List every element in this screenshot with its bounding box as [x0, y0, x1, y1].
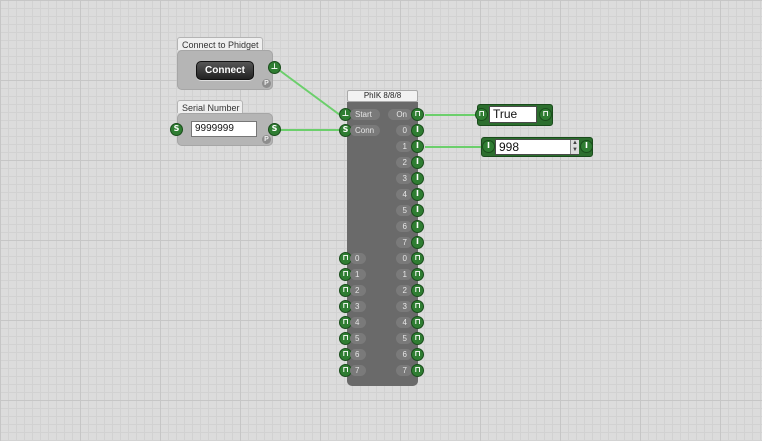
serial-number-input[interactable]: 9999999 — [191, 121, 257, 137]
phik-output-label: 0 — [396, 253, 412, 264]
phik-input-label: 7 — [350, 365, 366, 376]
on-value-input-port[interactable] — [475, 108, 488, 121]
sensor1-value-spinner[interactable]: ▲ ▼ — [570, 140, 579, 154]
connect-button[interactable]: Connect — [196, 61, 254, 80]
phik-output-label: 7 — [396, 365, 412, 376]
phik-input-label: 1 — [350, 269, 366, 280]
phik-output-port[interactable] — [411, 332, 424, 345]
phik-sensor-label: 2 — [396, 157, 412, 168]
phik-output-port[interactable] — [411, 364, 424, 377]
serial-output-port[interactable] — [268, 123, 281, 136]
phik-conn-label: Conn — [350, 125, 380, 136]
phik-on-label: On — [388, 109, 412, 120]
phik-sensor-port[interactable] — [411, 172, 424, 185]
phik-sensor-port[interactable] — [411, 188, 424, 201]
phik-module-title[interactable]: PhIK 8/8/8 — [347, 90, 418, 102]
phik-sensor-port[interactable] — [411, 156, 424, 169]
serial-property-badge[interactable]: P — [262, 135, 271, 144]
phik-sensor-label: 6 — [396, 221, 412, 232]
phik-sensor-port[interactable] — [411, 124, 424, 137]
on-value-display: True — [489, 106, 537, 123]
phik-output-port[interactable] — [411, 268, 424, 281]
phik-on-port[interactable] — [411, 108, 424, 121]
phik-sensor-label: 1 — [396, 141, 412, 152]
serial-input-port[interactable] — [170, 123, 183, 136]
phik-sensor-port[interactable] — [411, 220, 424, 233]
phik-output-label: 3 — [396, 301, 412, 312]
phik-input-label: 6 — [350, 349, 366, 360]
phik-input-label: 4 — [350, 317, 366, 328]
phik-output-port[interactable] — [411, 316, 424, 329]
phik-output-label: 4 — [396, 317, 412, 328]
phik-sensor-port[interactable] — [411, 204, 424, 217]
phik-output-label: 6 — [396, 349, 412, 360]
phik-output-port[interactable] — [411, 284, 424, 297]
sensor1-value-output-port[interactable] — [580, 140, 593, 153]
phik-start-label: Start — [350, 109, 380, 120]
phik-sensor-label: 0 — [396, 125, 412, 136]
connect-property-badge[interactable]: P — [262, 79, 271, 88]
phik-sensor-label: 7 — [396, 237, 412, 248]
phik-output-label: 1 — [396, 269, 412, 280]
serial-widget-title: Serial Number — [177, 100, 243, 113]
connect-output-port[interactable] — [268, 61, 281, 74]
phik-output-port[interactable] — [411, 300, 424, 313]
phik-input-label: 0 — [350, 253, 366, 264]
phik-sensor-label: 4 — [396, 189, 412, 200]
phik-sensor-port[interactable] — [411, 236, 424, 249]
phik-sensor-label: 5 — [396, 205, 412, 216]
connect-widget-title: Connect to Phidget — [177, 37, 263, 50]
wire-connect-to-start — [274, 66, 346, 116]
phik-output-port[interactable] — [411, 348, 424, 361]
phik-input-label: 5 — [350, 333, 366, 344]
phik-input-label: 2 — [350, 285, 366, 296]
phik-input-label: 3 — [350, 301, 366, 312]
phik-sensor-label: 3 — [396, 173, 412, 184]
phik-output-label: 5 — [396, 333, 412, 344]
sensor1-value-display[interactable]: 998 — [495, 139, 579, 155]
phik-output-label: 2 — [396, 285, 412, 296]
on-value-output-port[interactable] — [539, 108, 552, 121]
sensor1-value-input-port[interactable] — [482, 140, 495, 153]
phik-sensor-port[interactable] — [411, 140, 424, 153]
phik-output-port[interactable] — [411, 252, 424, 265]
